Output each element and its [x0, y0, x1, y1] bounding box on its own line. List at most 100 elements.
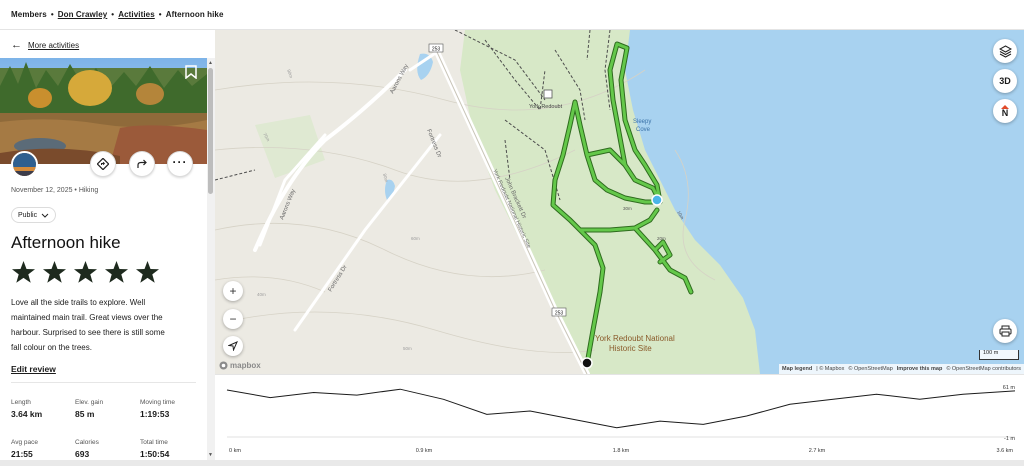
- breadcrumb-activities-link[interactable]: Activities: [118, 10, 155, 19]
- y-min-label: -1 m: [1004, 436, 1015, 442]
- map-view[interactable]: 253 253 Aarons Way Aarons Way Fortress D…: [215, 30, 1024, 374]
- breadcrumb: Members • Don Crawley • Activities • Afternoon…: [11, 10, 224, 19]
- water-label: Cove: [636, 127, 651, 133]
- water-label: Sleepy: [633, 119, 651, 125]
- contour-label: 30m: [623, 206, 632, 211]
- review-line: harbour. Surprised to see there is still…: [11, 328, 165, 337]
- attribution-text[interactable]: | © Mapbox: [816, 366, 844, 372]
- road-shield-label: 253: [432, 47, 441, 53]
- road-shield-label: 253: [555, 311, 564, 317]
- breadcrumb-current: Afternoon hike: [165, 10, 224, 19]
- back-link-label: More activities: [28, 40, 80, 50]
- visibility-label: Public: [18, 211, 38, 219]
- stat-value: 1:50:54: [140, 449, 170, 459]
- star-icon: [43, 261, 66, 283]
- breadcrumb-separator: •: [158, 10, 162, 19]
- star-icon: [12, 261, 35, 283]
- trail-start-marker[interactable]: [581, 357, 593, 369]
- map-attribution: Map legend | © Mapbox © OpenStreetMap Im…: [778, 364, 1024, 374]
- activity-meta: November 12, 2025 • Hiking: [11, 187, 99, 194]
- avatar[interactable]: [11, 151, 38, 178]
- stat-moving-time: Moving time 1:19:53: [140, 399, 175, 419]
- map-legend-link[interactable]: Map legend: [782, 366, 812, 372]
- arrow-left-icon: ←: [11, 39, 22, 51]
- elevation-chart[interactable]: 61 m -1 m 0 km 0.9 km 1.8 km 2.7 km 3.6 …: [215, 375, 1024, 461]
- x-tick-label: 0 km: [229, 448, 241, 454]
- compass-label: N: [1001, 107, 1009, 118]
- activity-photo[interactable]: [0, 58, 207, 164]
- attribution-text[interactable]: © OpenStreetMap contributors: [946, 366, 1021, 372]
- bottom-bar: [0, 460, 1024, 466]
- print-icon: [999, 325, 1011, 337]
- x-tick-label: 2.7 km: [809, 448, 826, 454]
- mapbox-icon: [219, 361, 228, 370]
- mapbox-logo[interactable]: mapbox: [219, 361, 261, 370]
- map-layers-button[interactable]: [993, 39, 1017, 63]
- layers-icon: [998, 44, 1012, 58]
- stat-value: 693: [75, 449, 90, 459]
- map-compass-button[interactable]: N: [993, 99, 1017, 123]
- share-button[interactable]: [129, 151, 155, 177]
- edit-review-link[interactable]: Edit review: [11, 364, 56, 374]
- map-3d-button[interactable]: 3D: [993, 69, 1017, 93]
- star-icon: [105, 261, 128, 283]
- zoom-in-button[interactable]: +: [223, 281, 243, 301]
- stat-value: 85 m: [75, 409, 95, 419]
- breadcrumb-separator: •: [50, 10, 54, 19]
- place-label: York Redoubt: [529, 104, 563, 110]
- chevron-down-icon: [41, 213, 49, 218]
- directions-button[interactable]: [90, 151, 116, 177]
- stat-avg-pace: Avg pace 21:55: [11, 439, 38, 459]
- star-icon: [74, 261, 97, 283]
- stat-label: Total time: [140, 439, 168, 446]
- contour-label: 60m: [411, 236, 420, 241]
- divider: [11, 382, 196, 383]
- stat-label: Elev. gain: [75, 399, 104, 406]
- review-line: maintained main trail. Great views over …: [11, 313, 163, 322]
- scrollbar-thumb[interactable]: [208, 68, 213, 194]
- improve-map-link[interactable]: Improve this map: [897, 366, 943, 372]
- scroll-up-icon[interactable]: ▲: [208, 60, 213, 66]
- breadcrumb-user-link[interactable]: Don Crawley: [58, 10, 108, 19]
- contour-label: 50m: [403, 346, 412, 351]
- locate-icon: [228, 341, 238, 351]
- print-button[interactable]: [993, 319, 1017, 343]
- rating-stars: [11, 260, 160, 284]
- y-max-label: 61 m: [1003, 385, 1016, 391]
- back-link[interactable]: ← More activities: [11, 39, 79, 51]
- review-line: fall colour on the trees.: [11, 343, 92, 352]
- directions-icon: [97, 158, 109, 170]
- locate-button[interactable]: [223, 336, 243, 356]
- activity-title: Afternoon hike: [11, 233, 121, 252]
- map-canvas[interactable]: 253 253 Aarons Way Aarons Way Fortress D…: [215, 30, 1024, 374]
- minus-icon: −: [229, 312, 237, 326]
- star-icon: [136, 261, 159, 283]
- top-bar: Members • Don Crawley • Activities • Afternoon…: [0, 0, 1024, 30]
- scroll-down-icon[interactable]: ▼: [208, 452, 213, 458]
- visibility-dropdown[interactable]: Public: [11, 207, 57, 223]
- x-tick-label: 1.8 km: [613, 448, 630, 454]
- attribution-text[interactable]: © OpenStreetMap: [848, 366, 892, 372]
- stat-label: Calories: [75, 439, 99, 446]
- zoom-out-button[interactable]: −: [223, 309, 243, 329]
- stat-calories: Calories 693: [75, 439, 99, 459]
- photo-image: [0, 58, 207, 164]
- plus-icon: +: [229, 284, 237, 298]
- contour-label: 40m: [257, 292, 266, 297]
- review-line: Love all the side trails to explore. Wel…: [11, 298, 146, 307]
- stat-length: Length 3.64 km: [11, 399, 42, 419]
- elevation-line: [226, 388, 1016, 429]
- sidebar-scrollbar[interactable]: ▲ ▼: [207, 58, 215, 466]
- x-tick-label: 3.6 km: [996, 448, 1013, 454]
- poi-label: Historic Site: [609, 344, 652, 353]
- current-position-marker[interactable]: [651, 194, 663, 206]
- review-text: Love all the side trails to explore. Wel…: [11, 295, 193, 355]
- breadcrumb-members: Members: [11, 10, 47, 19]
- more-icon: ···: [172, 154, 188, 169]
- stat-label: Length: [11, 399, 31, 406]
- poi-label: York Redoubt National: [595, 334, 675, 343]
- bookmark-icon[interactable]: [185, 65, 197, 79]
- stat-value: 3.64 km: [11, 409, 43, 419]
- more-options-button[interactable]: ···: [167, 151, 193, 177]
- elevation-profile[interactable]: 61 m -1 m 0 km 0.9 km 1.8 km 2.7 km 3.6 …: [215, 374, 1024, 460]
